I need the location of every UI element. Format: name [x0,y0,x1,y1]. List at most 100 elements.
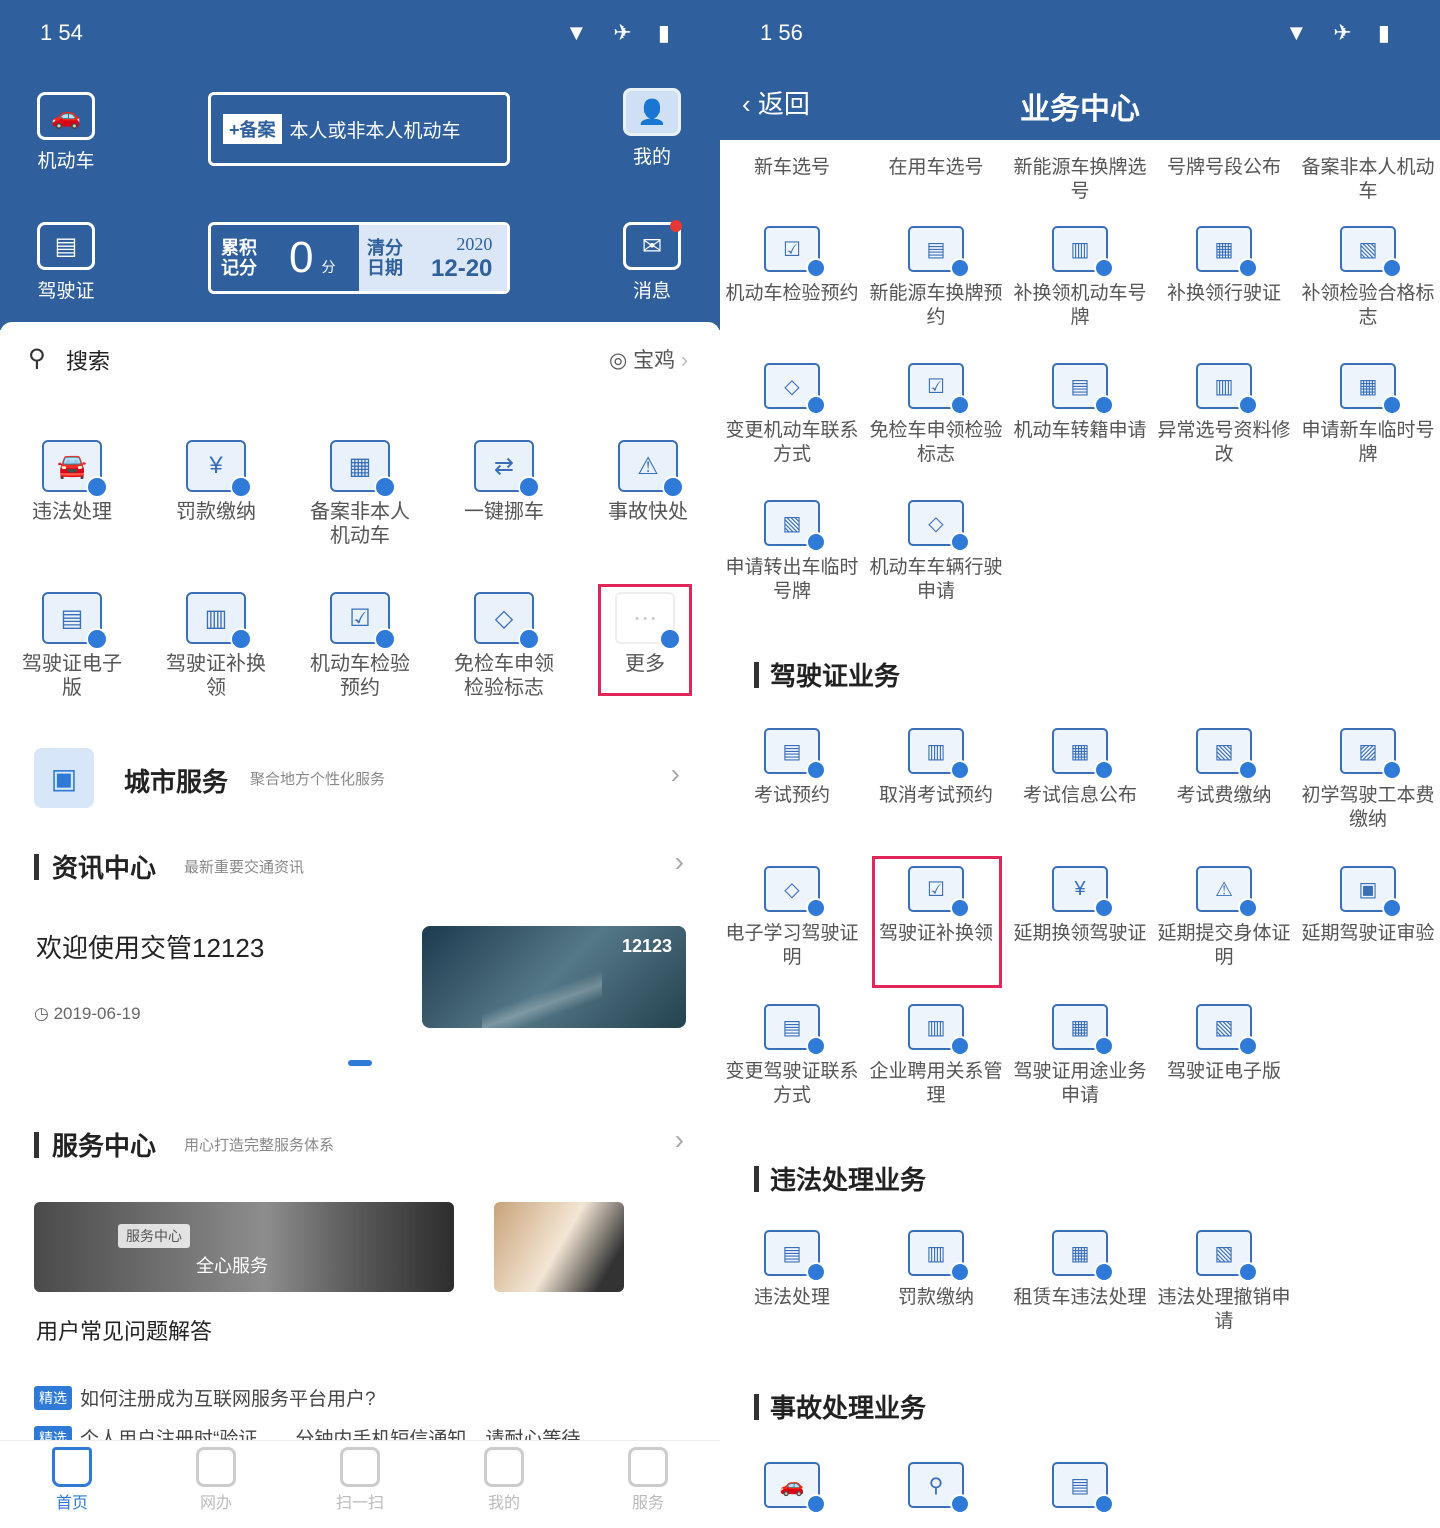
accident-item[interactable]: ⚲ [866,1462,1006,1518]
document-icon: ⚠ [1196,866,1258,918]
item-label: 考试信息公布 [1022,785,1137,806]
grid-item-accident[interactable]: ⚠ 事故快处 [588,440,708,524]
vehicle-item[interactable]: 新车选号 [722,156,862,180]
vehicle-item[interactable]: ◇ 变更机动车联系方式 [722,363,862,467]
tab-mine[interactable]: 我的 [444,1447,564,1513]
vehicle-item[interactable]: ▦ 补换领行驶证 [1154,226,1294,306]
vehicle-item[interactable]: ▧ 申请转出车临时号牌 [722,500,862,604]
home-screen: 1 54 ▼ ✈ ▮ 🚗 机动车 ▤ 驾驶证 👤 我的 ✉ 消息 +备案 本人或… [0,0,720,1528]
grid-label: 免检车申领检验标志 [454,653,554,699]
highlight-license-replace-frame [872,856,1002,988]
mine-button[interactable]: 👤 我的 [602,88,702,169]
license-item[interactable]: ◇ 电子学习驾驶证明 [722,866,862,970]
vehicle-button[interactable]: 🚗 机动车 [16,92,116,173]
grid-item-violation[interactable]: 🚘 违法处理 [12,440,132,524]
vehicle-item[interactable]: ▥ 异常选号资料修改 [1154,363,1294,467]
location-icon: ◎ [608,349,634,372]
document-icon: ▦ [1052,728,1114,780]
license-item[interactable]: ▣ 延期驾驶证审验 [1298,866,1438,946]
violation-item[interactable]: ▤ 违法处理 [722,1230,862,1310]
user-icon [484,1447,524,1487]
tab-home[interactable]: 首页 [12,1447,132,1513]
service-banner-image[interactable]: 服务中心 全心服务 [34,1202,454,1292]
license-item[interactable]: ▤ 考试预约 [722,728,862,808]
score-panel[interactable]: 累积记分 0 分 清分日期 2020 12-20 [208,222,510,294]
grid-item-e-license[interactable]: ▤ 驾驶证电子版 [12,592,132,700]
license-button[interactable]: ▤ 驾驶证 [16,222,116,303]
license-item[interactable]: ▧ 考试费缴纳 [1154,728,1294,808]
license-item[interactable]: ▦ 驾驶证用途业务申请 [1010,1004,1150,1108]
news-section-header[interactable]: 资讯中心 最新重要交通资讯 › [34,846,684,886]
tab-online[interactable]: 网办 [156,1447,276,1513]
license-item[interactable]: ¥ 延期换领驾驶证 [1010,866,1150,946]
document-icon: ▨ [1340,728,1402,780]
item-label: 变更驾驶证联系方式 [725,1061,859,1106]
grid-item-license-replace[interactable]: ▥ 驾驶证补换领 [156,592,276,700]
license-item[interactable]: ▤ 变更驾驶证联系方式 [722,1004,862,1108]
license-item[interactable]: ▧ 驾驶证电子版 [1154,1004,1294,1084]
news-image[interactable]: 12123 [422,926,686,1028]
filing-banner[interactable]: +备案 本人或非本人机动车 [208,92,510,166]
search-bar[interactable]: ⚲ 搜索 ◎ 宝鸡 › [0,322,720,392]
search-label: 搜索 [66,349,111,374]
monitor-icon [196,1447,236,1487]
business-center-screen: 1 56 ▼ ✈ ▮ ‹ 返回 业务中心 新车选号 在用车选号 新能源车换牌选号 号牌… [720,0,1440,1528]
service-side-image[interactable] [494,1202,624,1292]
tab-scan[interactable]: 扫一扫 [300,1447,420,1513]
vehicle-item[interactable]: ☑ 免检车申领检验标志 [866,363,1006,467]
grid-item-filing[interactable]: ▦ 备案非本人机动车 [300,440,420,548]
vehicle-item[interactable]: ▤ 新能源车换牌预约 [866,226,1006,330]
item-label: 在用车选号 [888,157,984,178]
grid-label: 机动车检验预约 [310,653,410,699]
faq-title[interactable]: 用户常见问题解答 [36,1314,212,1346]
section-bar [34,1132,39,1158]
item-label: 企业聘用关系管理 [869,1061,1003,1106]
violation-item[interactable]: ▥ 罚款缴纳 [866,1230,1006,1310]
vehicle-item[interactable]: ▥ 补换领机动车号牌 [1010,226,1150,330]
tab-label: 我的 [487,1495,520,1512]
vehicle-item[interactable]: 在用车选号 [866,156,1006,180]
vehicle-item[interactable]: ▤ 机动车转籍申请 [1010,363,1150,443]
accident-search-icon: ⚲ [908,1462,970,1514]
service-section-header[interactable]: 服务中心 用心打造完整服务体系 › [34,1124,684,1164]
location-selector[interactable]: ◎ 宝鸡 › [609,344,688,374]
grid-item-move-car[interactable]: ⇄ 一键挪车 [444,440,564,524]
license-replace-icon: ▥ [186,592,252,650]
vehicle-document-icon: ▧ [1340,226,1402,278]
faq-item[interactable]: 精选 个人用户注册时“验证……分钟内手机短信通知，请耐心等待 [34,1424,580,1440]
news-headline[interactable]: 欢迎使用交管12123 [36,928,264,965]
news-date: ◷ 2019-06-19 [34,1004,141,1024]
license-item[interactable]: ▥ 企业聘用关系管理 [866,1004,1006,1108]
violation-item[interactable]: ▧ 违法处理撤销申请 [1154,1230,1294,1334]
grid-item-inspection[interactable]: ☑ 机动车检验预约 [300,592,420,700]
license-item[interactable]: ⚠ 延期提交身体证明 [1154,866,1294,970]
faq-item[interactable]: 精选 如何注册成为互联网服务平台用户? [34,1384,376,1411]
license-item[interactable]: ▥ 取消考试预约 [866,728,1006,808]
vehicle-item[interactable]: 备案非本人机动车 [1298,156,1438,204]
vehicle-item[interactable]: ◇ 机动车车辆行驶申请 [866,500,1006,604]
item-label: 取消考试预约 [878,785,993,806]
item-label: 罚款缴纳 [897,1287,974,1308]
tab-service[interactable]: 服务 [588,1447,708,1513]
violation-item[interactable]: ▦ 租赁车违法处理 [1010,1230,1150,1310]
vehicle-item[interactable]: ▦ 申请新车临时号牌 [1298,363,1438,467]
accident-item[interactable]: ▤ [1010,1462,1150,1518]
grid-label: 一键挪车 [464,501,544,523]
service-image-pill: 服务中心 [118,1224,190,1248]
item-label: 机动车检验预约 [725,283,859,304]
exempt-mark-icon: ◇ [474,592,540,650]
message-button[interactable]: ✉ 消息 [602,220,702,303]
license-item[interactable]: ▨ 初学驾驶工本费缴纳 [1298,728,1438,832]
document-icon: ▤ [764,728,826,780]
vehicle-item[interactable]: 新能源车换牌选号 [1010,156,1150,204]
vehicle-item[interactable]: 号牌号段公布 [1154,156,1294,180]
violation-section-title: 违法处理业务 [770,1165,927,1195]
document-icon: ▦ [1052,1230,1114,1282]
grid-item-fine[interactable]: ¥ 罚款缴纳 [156,440,276,524]
vehicle-item[interactable]: ☑ 机动车检验预约 [722,226,862,306]
license-item[interactable]: ▦ 考试信息公布 [1010,728,1150,808]
accident-item[interactable]: 🚗 [722,1462,862,1518]
city-service-row[interactable]: ▣ 城市服务 聚合地方个性化服务 › [0,740,720,816]
vehicle-item[interactable]: ▧ 补领检验合格标志 [1298,226,1438,330]
grid-item-exempt-mark[interactable]: ◇ 免检车申领检验标志 [444,592,564,700]
